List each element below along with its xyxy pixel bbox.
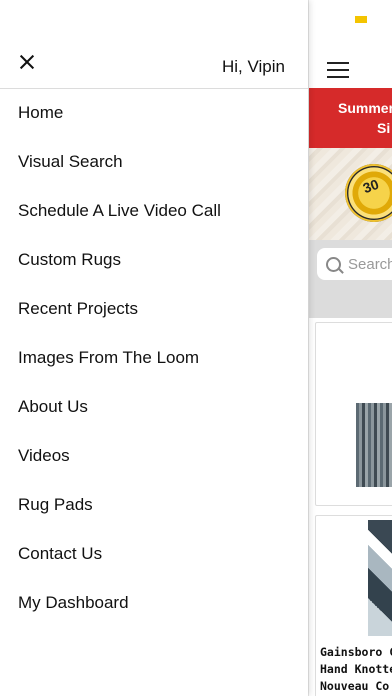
promo-banner[interactable]: Summer Si xyxy=(309,88,392,148)
menu-item-videos[interactable]: Videos xyxy=(0,432,308,481)
drawer-menu: Home Visual Search Schedule A Live Video… xyxy=(0,88,308,628)
user-greeting: Hi, Vipin xyxy=(222,57,285,76)
menu-item-schedule-video-call[interactable]: Schedule A Live Video Call xyxy=(0,186,308,235)
product-image xyxy=(368,520,392,636)
close-icon[interactable] xyxy=(17,52,37,72)
promo-line-2: Si xyxy=(377,120,391,136)
hamburger-menu-icon[interactable] xyxy=(327,62,349,78)
search-input[interactable]: Search xyxy=(317,248,392,280)
menu-item-home[interactable]: Home xyxy=(0,88,308,137)
promo-line-1: Summer xyxy=(338,100,392,116)
menu-item-custom-rugs[interactable]: Custom Rugs xyxy=(0,235,308,284)
hero-banner[interactable]: 30 xyxy=(309,148,392,240)
menu-item-my-dashboard[interactable]: My Dashboard xyxy=(0,579,308,628)
menu-item-rug-pads[interactable]: Rug Pads xyxy=(0,481,308,530)
menu-item-about-us[interactable]: About Us xyxy=(0,383,308,432)
product-card[interactable]: Gainsboro C Hand Knotte Nouveau Co xyxy=(315,515,392,696)
product-image xyxy=(356,403,392,487)
money-back-guarantee-badge: 30 xyxy=(345,164,392,222)
menu-item-visual-search[interactable]: Visual Search xyxy=(0,137,308,186)
menu-item-recent-projects[interactable]: Recent Projects xyxy=(0,284,308,333)
status-indicator xyxy=(355,16,367,23)
product-card[interactable] xyxy=(315,322,392,506)
search-bar: Search xyxy=(309,240,392,318)
menu-item-contact-us[interactable]: Contact Us xyxy=(0,530,308,579)
product-title: Gainsboro C Hand Knotte Nouveau Co xyxy=(320,645,392,693)
search-icon xyxy=(326,257,341,272)
navigation-drawer: Hi, Vipin Home Visual Search Schedule A … xyxy=(0,0,308,696)
drawer-header: Hi, Vipin xyxy=(0,40,308,89)
background-app: Summer Si 30 Search Gainsboro C Hand Kno… xyxy=(308,0,392,696)
badge-days: 30 xyxy=(360,175,381,197)
menu-item-images-from-loom[interactable]: Images From The Loom xyxy=(0,333,308,382)
search-placeholder: Search xyxy=(348,256,392,273)
